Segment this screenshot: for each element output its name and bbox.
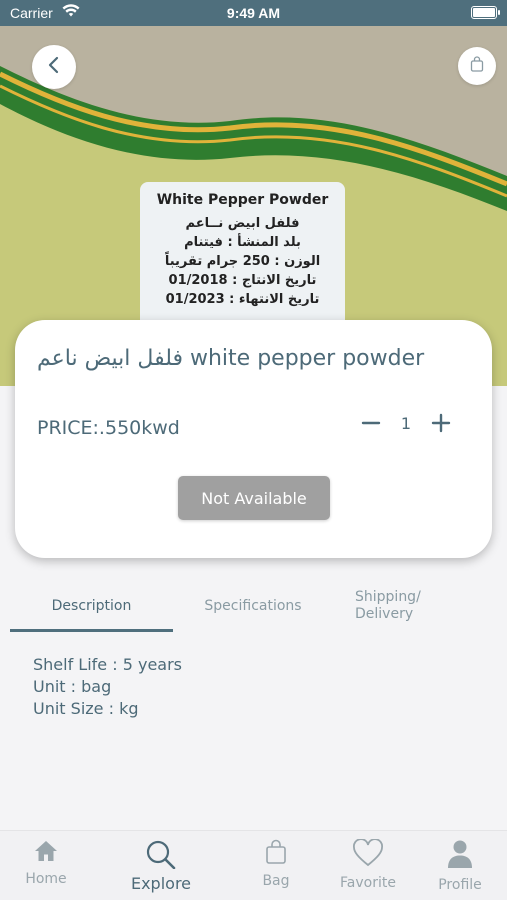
product-price: PRICE:.550kwd — [37, 417, 180, 439]
nav-item-bag[interactable]: Bag — [236, 839, 316, 889]
package-label-line: فلفل ابيض نــاعم — [185, 216, 300, 231]
active-tab-indicator — [10, 629, 173, 632]
not-available-button[interactable]: Not Available — [178, 476, 330, 520]
package-label-line: تاريخ الانتهاء : 01/2023 — [165, 292, 320, 307]
shelf-life-text: Shelf Life : 5 years — [33, 655, 182, 674]
quantity-value: 1 — [400, 413, 412, 433]
quantity-stepper: 1 — [360, 412, 452, 434]
unit-text: Unit : bag — [33, 677, 112, 696]
nav-item-profile[interactable]: Profile — [420, 839, 500, 893]
package-label-title: White Pepper Powder — [156, 192, 329, 208]
increase-quantity-button[interactable] — [430, 412, 452, 434]
package-label-line: تاريخ الانتاج : 01/2018 — [168, 273, 317, 288]
nav-label-home: Home — [25, 871, 67, 887]
package-label-line: الوزن : 250 جرام تقريباً — [164, 254, 321, 269]
home-icon — [33, 839, 59, 867]
status-time: 9:49 AM — [226, 5, 281, 21]
decrease-quantity-button[interactable] — [360, 412, 382, 434]
heart-icon — [352, 838, 384, 871]
tab-specifications[interactable]: Specifications — [173, 580, 333, 632]
minus-icon — [361, 421, 381, 425]
bag-icon — [470, 56, 484, 76]
nav-item-favorite[interactable]: Favorite — [328, 838, 408, 891]
package-label-line: بلد المنشأ : فيتنام — [184, 235, 301, 250]
nav-label-explore: Explore — [130, 874, 192, 893]
product-title: فلفل ابيض ناعم white pepper powder — [37, 346, 425, 371]
product-card: فلفل ابيض ناعم white pepper powder PRICE… — [15, 320, 492, 558]
nav-label-favorite: Favorite — [340, 875, 396, 891]
product-info-tabs: Description Specifications Shipping/ Del… — [10, 580, 497, 632]
unit-size-text: Unit Size : kg — [33, 699, 139, 718]
chevron-left-icon — [47, 55, 61, 79]
status-bar: Carrier 9:49 AM — [0, 0, 507, 26]
profile-icon — [446, 839, 474, 873]
description-panel: Shelf Life : 5 years Unit : bag Unit Siz… — [33, 654, 182, 720]
back-button[interactable] — [32, 45, 76, 89]
bottom-nav: Home Explore Bag Favorite Profile — [0, 830, 507, 900]
nav-label-bag: Bag — [262, 873, 290, 889]
plus-icon — [431, 413, 451, 433]
tab-shipping-delivery-label: Shipping/ Delivery — [355, 589, 421, 622]
cart-button[interactable] — [458, 47, 496, 85]
nav-label-profile: Profile — [438, 877, 482, 893]
nav-item-home[interactable]: Home — [6, 839, 86, 887]
battery-icon — [471, 6, 500, 19]
nav-item-explore[interactable]: Explore — [121, 839, 201, 893]
bag-icon — [265, 839, 287, 869]
search-icon — [145, 839, 177, 873]
tab-shipping-delivery[interactable]: Shipping/ Delivery — [333, 580, 443, 632]
tab-description[interactable]: Description — [10, 580, 173, 632]
